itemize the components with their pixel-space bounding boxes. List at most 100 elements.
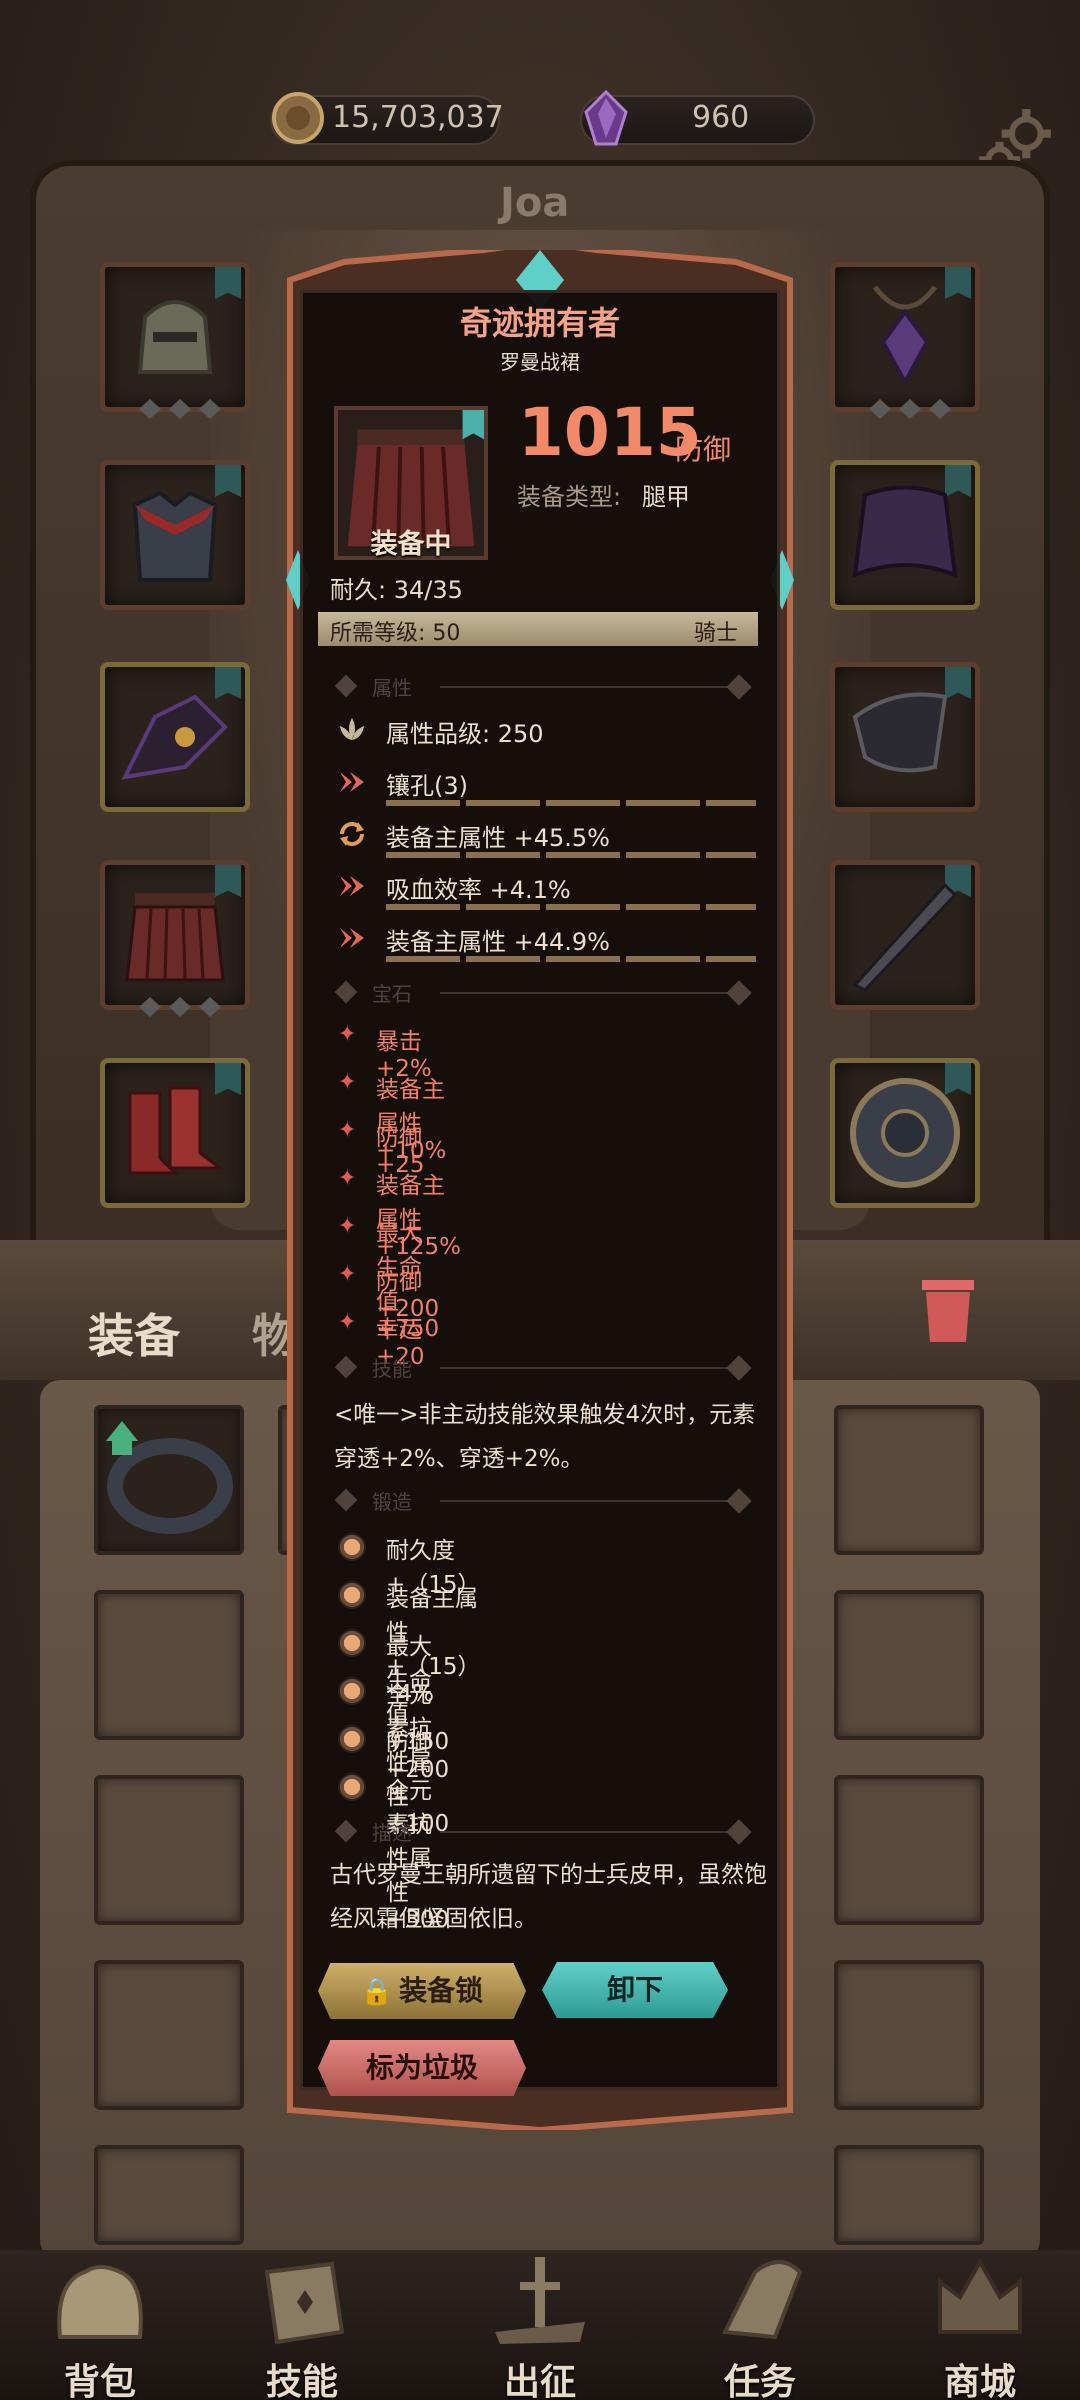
nav-backpack[interactable]: 背包 xyxy=(20,2250,180,2400)
sparkle-icon: ✦ xyxy=(338,1310,357,1335)
equip-slot-amulet[interactable] xyxy=(830,262,980,419)
attribute-text: 吸血效率 +4.1% xyxy=(386,876,571,904)
bag-slot[interactable] xyxy=(94,1590,244,1740)
equip-slot-cloak[interactable] xyxy=(830,460,980,610)
bag-slot[interactable] xyxy=(94,1960,244,2110)
forge-dot-icon xyxy=(338,1581,366,1609)
attribute-bar xyxy=(386,852,756,858)
gold-coin-icon xyxy=(272,92,324,144)
sparkle-icon: ✦ xyxy=(338,1214,357,1239)
forge-dot-icon xyxy=(338,1629,366,1657)
attribute-text: 装备主属性 +44.9% xyxy=(386,928,610,956)
bag-slot-ring[interactable] xyxy=(94,1405,244,1555)
blade-icon xyxy=(852,882,958,992)
lock-icon: 🔒 xyxy=(360,1977,394,2007)
attribute-row: 吸血效率 +4.1% xyxy=(336,868,766,908)
section-forge: 锻造 xyxy=(330,1486,760,1516)
trash-bin-icon[interactable] xyxy=(908,1268,988,1348)
attribute-row: 装备主属性 +45.5% xyxy=(336,816,766,856)
equip-slot-boots[interactable] xyxy=(100,1058,250,1208)
attribute-row: 装备主属性 +44.9% xyxy=(336,920,766,960)
equip-slot-chest[interactable] xyxy=(100,460,250,610)
bag-slot[interactable] xyxy=(834,1960,984,2110)
equipment-lock-button[interactable]: 🔒 装备锁 xyxy=(318,1963,526,2019)
forge-dot-icon xyxy=(338,1533,366,1561)
nav-label: 技能 xyxy=(265,2362,338,2400)
cloak-icon xyxy=(852,485,958,579)
equip-slot-legs[interactable] xyxy=(100,860,250,1017)
forge-dot-icon xyxy=(338,1725,366,1753)
bag-slot[interactable] xyxy=(94,1775,244,1925)
shoulder-guard-icon xyxy=(852,692,948,773)
section-label: 锻造 xyxy=(372,1490,412,1514)
refresh-icon xyxy=(340,822,364,846)
skill-book-icon xyxy=(264,2261,345,2345)
equipped-label: 装备中 xyxy=(370,529,452,560)
bag-slot[interactable] xyxy=(834,1590,984,1740)
item-name: 罗曼战裙 xyxy=(500,350,580,374)
attribute-text: 装备主属性 +45.5% xyxy=(386,824,610,852)
skill-description: <唯一>非主动技能效果触发4次时，元素穿透+2%、穿透+2%。 xyxy=(334,1402,756,1472)
bag-slot[interactable] xyxy=(834,2145,984,2245)
bag-slot[interactable] xyxy=(834,1405,984,1555)
bag-slot[interactable] xyxy=(834,1775,984,1925)
equip-slot-weapon[interactable] xyxy=(830,860,980,1010)
nav-skills[interactable]: 技能 xyxy=(222,2250,382,2400)
backpack-icon xyxy=(57,2265,143,2339)
unequip-button[interactable]: 卸下 xyxy=(542,1962,728,2018)
attribute-bar xyxy=(386,800,756,806)
equip-slot-shoulder[interactable] xyxy=(830,662,980,812)
lock-button-label: 装备锁 xyxy=(399,1974,484,2007)
section-label: 描述 xyxy=(372,1821,412,1845)
mark-junk-button-label: 标为垃圾 xyxy=(365,2051,478,2084)
sparkle-icon: ✦ xyxy=(338,1118,357,1143)
nav-quests[interactable]: 任务 xyxy=(680,2250,840,2400)
item-type-label: 装备类型: xyxy=(517,483,622,511)
character-name: Joa xyxy=(500,180,570,226)
boots-icon xyxy=(128,1086,225,1175)
gem-amount: 960 xyxy=(692,100,750,135)
socket-diamonds-icon xyxy=(869,399,951,419)
arrow-icon xyxy=(340,928,364,948)
item-description: 古代罗曼王朝所遗留下的士兵皮甲，虽然饱经风霜但坚固依旧。 xyxy=(330,1862,767,1932)
section-description: 描述 xyxy=(330,1817,760,1847)
attribute-bar xyxy=(386,904,756,910)
purple-crystal-icon xyxy=(584,89,628,146)
lotus-icon xyxy=(340,718,364,740)
sparkle-icon: ✦ xyxy=(338,1070,357,1095)
socket-diamonds-icon xyxy=(139,997,221,1017)
attribute-row: 属性品级: 250 xyxy=(336,712,766,752)
leg-armor-icon xyxy=(125,893,225,982)
defense-unit: 防御 xyxy=(675,433,732,466)
item-title: 奇迹拥有者 xyxy=(459,304,620,342)
section-gems: 宝石 xyxy=(330,978,760,1008)
mark-junk-button[interactable]: 标为垃圾 xyxy=(318,2040,526,2096)
tab-equipment[interactable]: 装备 xyxy=(88,1300,180,1366)
socket-diamonds-icon xyxy=(139,399,221,419)
gold-amount: 15,703,037 xyxy=(332,100,504,135)
attribute-text: 镶孔(3) xyxy=(386,772,468,800)
castle-icon xyxy=(938,2257,1022,2334)
socket-icon xyxy=(340,772,364,792)
equip-slot-gloves[interactable] xyxy=(100,662,250,812)
nav-expedition[interactable]: 出征 xyxy=(460,2250,620,2400)
gauntlet-icon xyxy=(121,694,228,780)
helmet-icon xyxy=(137,300,213,374)
section-attributes: 属性 xyxy=(330,672,760,702)
section-label: 技能 xyxy=(372,1357,412,1381)
arrow-icon xyxy=(340,876,364,896)
chest-armor-icon xyxy=(132,490,218,582)
bag-slot[interactable] xyxy=(94,2145,244,2245)
equip-slot-helmet[interactable] xyxy=(100,262,250,419)
nav-label: 背包 xyxy=(63,2362,136,2400)
durability: 耐久: 34/35 xyxy=(330,576,463,604)
nav-shop[interactable]: 商城 xyxy=(900,2250,1060,2400)
attribute-row: 镶孔(3) xyxy=(336,764,766,804)
equip-slot-shield[interactable] xyxy=(830,1058,980,1208)
sparkle-icon: ✦ xyxy=(338,1166,357,1191)
attribute-bar xyxy=(386,956,756,962)
required-level: 所需等级: 50 xyxy=(330,621,461,646)
nav-label: 任务 xyxy=(723,2362,796,2400)
amulet-icon xyxy=(873,285,937,387)
sparkle-icon: ✦ xyxy=(338,1262,357,1287)
